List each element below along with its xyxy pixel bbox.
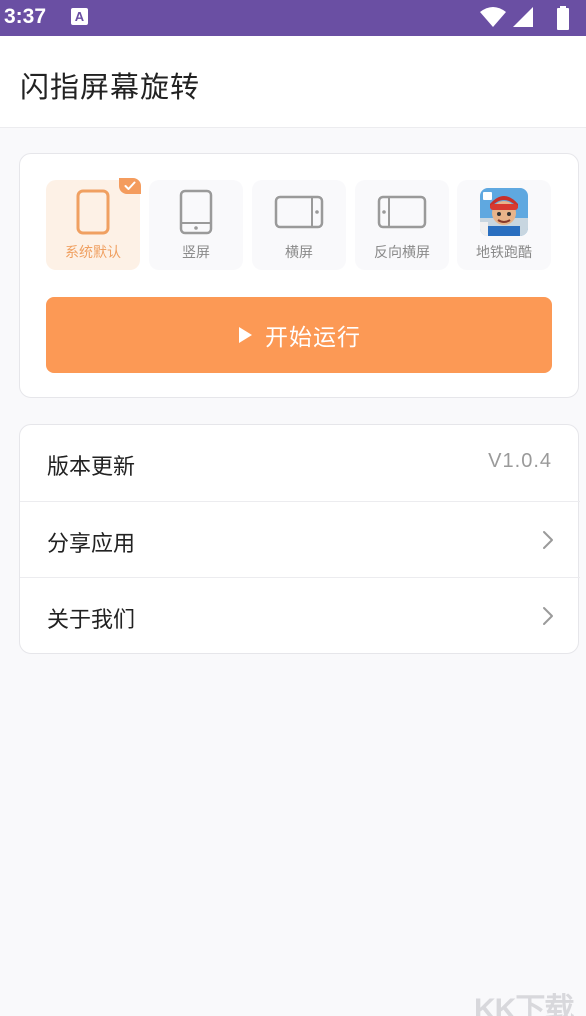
mode-landscape-reverse[interactable]: 反向横屏 <box>355 180 449 270</box>
mode-label: 反向横屏 <box>374 245 430 261</box>
mode-portrait[interactable]: 竖屏 <box>149 180 243 270</box>
tablet-portrait-icon <box>149 188 243 236</box>
share-app-row[interactable]: 分享应用 <box>20 501 580 577</box>
mode-landscape[interactable]: 横屏 <box>252 180 346 270</box>
subway-surfers-app-icon <box>480 188 528 236</box>
share-app-label: 分享应用 <box>47 532 136 557</box>
play-icon <box>239 327 252 343</box>
mode-label: 横屏 <box>285 245 313 261</box>
mode-subway-surfers[interactable]: 地铁跑酷 <box>457 180 551 270</box>
status-bar: 3:37 A <box>0 0 586 36</box>
watermark: KK下载 <box>474 993 574 1016</box>
start-run-button[interactable]: 开始运行 <box>46 297 552 373</box>
start-run-label: 开始运行 <box>265 324 361 350</box>
version-update-row[interactable]: 版本更新 V1.0.4 <box>20 425 580 501</box>
wifi-icon <box>480 7 506 27</box>
tablet-landscape-reverse-icon <box>355 188 449 236</box>
version-value: V1.0.4 <box>488 450 552 472</box>
chevron-right-icon <box>543 607 553 625</box>
phone-portrait-icon <box>46 188 140 236</box>
tablet-landscape-icon <box>252 188 346 236</box>
notification-a-icon: A <box>71 8 88 25</box>
settings-list: 版本更新 V1.0.4 分享应用 关于我们 <box>19 424 580 654</box>
mode-label: 系统默认 <box>65 245 121 261</box>
mode-system-default[interactable]: 系统默认 <box>46 178 141 270</box>
mode-label: 竖屏 <box>182 245 210 261</box>
battery-icon <box>557 6 569 30</box>
app-bar: 闪指屏幕旋转 <box>0 36 586 128</box>
chevron-right-icon <box>543 531 553 549</box>
about-us-label: 关于我们 <box>47 608 136 633</box>
mode-label: 地铁跑酷 <box>476 245 532 261</box>
version-update-label: 版本更新 <box>47 455 136 480</box>
rotation-mode-card: 系统默认 竖屏 横屏 反向横屏 地铁跑酷 开始运行 <box>19 153 579 398</box>
status-time: 3:37 <box>4 5 47 28</box>
signal-icon <box>513 7 533 27</box>
app-title: 闪指屏幕旋转 <box>20 70 201 104</box>
about-us-row[interactable]: 关于我们 <box>20 577 580 653</box>
